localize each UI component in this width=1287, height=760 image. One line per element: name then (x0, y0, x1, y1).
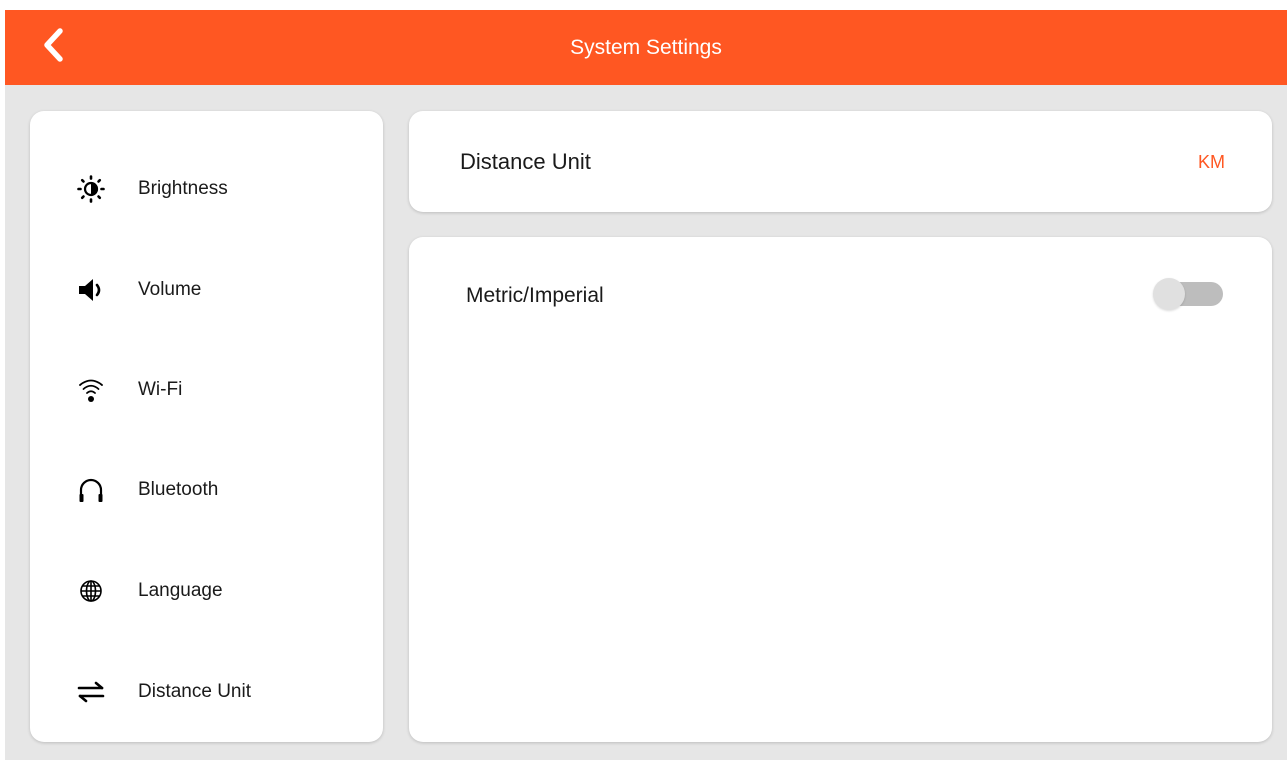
app-frame: System Settings Brightness Volume Wi-Fi … (5, 10, 1287, 760)
metric-imperial-label: Metric/Imperial (466, 284, 604, 307)
settings-sidebar: Brightness Volume Wi-Fi Bluetooth Langua… (30, 111, 383, 742)
metric-imperial-toggle[interactable] (1153, 278, 1225, 310)
sidebar-item-bluetooth[interactable]: Bluetooth (30, 460, 383, 520)
sidebar-item-language[interactable]: Language (30, 561, 383, 621)
wifi-icon (76, 375, 106, 405)
distance-unit-value: KM (1198, 152, 1225, 172)
sidebar-item-volume[interactable]: Volume (30, 260, 383, 320)
distance-unit-label: Distance Unit (460, 149, 591, 174)
sidebar-item-wifi[interactable]: Wi-Fi (30, 360, 383, 420)
sidebar-item-label: Wi-Fi (138, 379, 183, 400)
sidebar-item-distance-unit[interactable]: Distance Unit (30, 662, 383, 722)
sidebar-item-label: Language (138, 580, 223, 601)
back-button[interactable] (31, 25, 75, 69)
distance-unit-detail-card: Metric/Imperial (409, 237, 1272, 742)
sidebar-item-label: Distance Unit (138, 681, 251, 702)
headphones-icon (76, 475, 106, 505)
top-bar: System Settings (5, 10, 1287, 85)
toggle-thumb (1153, 278, 1185, 310)
globe-icon (76, 576, 106, 606)
distance-unit-card[interactable]: Distance Unit KM (409, 111, 1272, 212)
sidebar-item-label: Brightness (138, 178, 228, 199)
page-title: System Settings (570, 36, 722, 59)
swap-arrows-icon (76, 677, 106, 707)
chevron-left-icon (40, 25, 66, 70)
brightness-icon (76, 174, 106, 204)
sidebar-item-label: Volume (138, 279, 202, 300)
sidebar-item-label: Bluetooth (138, 479, 219, 500)
volume-icon (76, 275, 106, 305)
sidebar-item-brightness[interactable]: Brightness (30, 159, 383, 219)
